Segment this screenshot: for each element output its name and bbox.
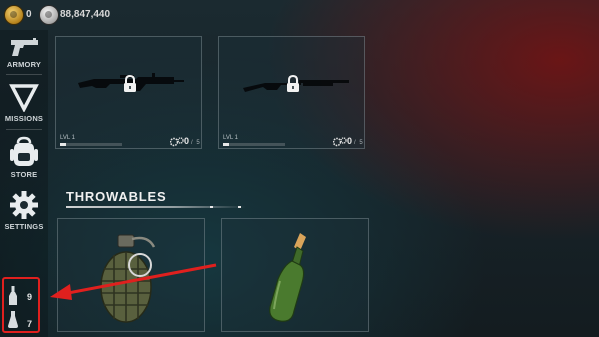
parts-total: 5 [359,140,363,146]
gold-coin-icon [4,5,24,25]
sidebar-item-settings[interactable]: SETTINGS [0,190,48,231]
section-title-throwables: THROWABLES [66,189,167,204]
sidebar-item-label: SETTINGS [4,222,44,231]
gear-parts-icon [170,137,184,147]
triangle-down-icon [9,84,39,112]
divider [6,74,42,75]
throwable-card-grenade[interactable] [57,218,205,332]
bottle-count: 9 [27,292,33,302]
weapon-card-shotgun[interactable]: LVL 1 0/ 5 [218,36,365,149]
weapon-card-rifle[interactable]: LVL 1 0/ 5 [55,36,202,149]
parts-count: 0/ 5 [184,136,200,146]
gold-currency-value: 0 [26,9,32,20]
sidebar-item-label: STORE [10,170,38,179]
consumables-counter-highlight[interactable]: 9 7 [2,277,40,333]
level-progress-bar [60,143,122,146]
sidebar-item-store[interactable]: STORE [0,136,48,179]
molotov-bottle-icon [269,233,306,322]
sidebar-item-label: ARMORY [6,60,42,69]
gear-icon [10,191,38,219]
flask-icon [8,311,18,328]
parts-total: 5 [196,140,200,146]
flask-count: 7 [27,319,33,329]
level-progress-bar [223,143,285,146]
throwable-card-molotov[interactable] [221,218,369,332]
parts-owned: 0 [184,136,190,146]
parts-owned: 0 [347,136,353,146]
sidebar-item-label: MISSIONS [4,114,44,123]
silver-coin-icon [39,5,59,25]
frag-grenade-icon [100,234,156,323]
weapon-level: LVL 1 [60,135,76,141]
divider [6,129,42,130]
weapon-level: LVL 1 [223,135,239,141]
gear-parts-icon [333,137,347,147]
sidebar-item-armory[interactable]: ARMORY [0,36,48,69]
sidebar-item-missions[interactable]: MISSIONS [0,82,48,123]
bottle-icon [9,286,17,305]
currency-bar: 0 88,847,440 [0,0,599,30]
parts-count: 0/ 5 [347,136,363,146]
underline-tick [238,206,241,208]
underline-tick [210,206,213,208]
lock-icon [287,75,299,92]
section-underline [66,206,246,208]
pistol-icon [11,38,38,56]
lock-icon [124,75,136,92]
silver-currency-value: 88,847,440 [60,9,111,20]
backpack-icon [10,136,38,166]
